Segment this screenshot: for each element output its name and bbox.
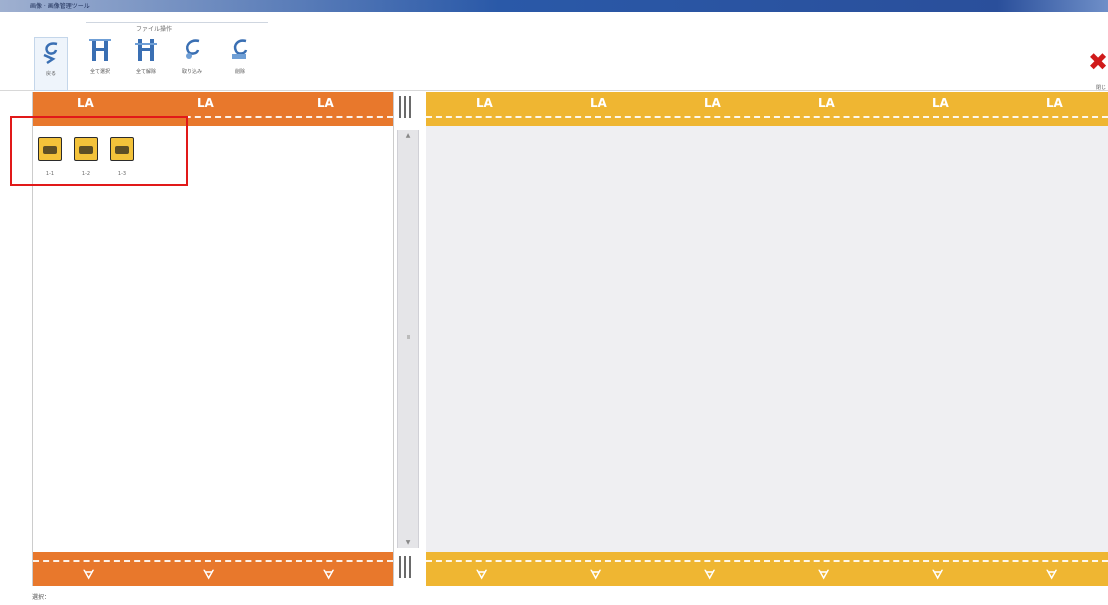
import-label: 取り込み: [181, 69, 202, 75]
film-perforation: [426, 560, 1108, 562]
select-all-icon: [89, 39, 111, 61]
film-mark-icon: ᒪA: [77, 96, 94, 110]
status-bar-text: 選択：: [32, 594, 51, 601]
right-film-strip-top: ᒪA ᒪA ᒪA ᒪA ᒪA ᒪA: [426, 92, 1108, 126]
import-button[interactable]: 取り込み: [176, 36, 208, 88]
film-mark-icon: ᒪA: [476, 96, 493, 110]
film-mark-icon: ᗊ: [590, 568, 602, 582]
film-mark-icon: ᗊ: [704, 568, 716, 582]
delete-label: 削除: [234, 69, 245, 75]
close-button[interactable]: ✖ 閉じる: [1088, 48, 1108, 98]
right-preview-pane[interactable]: ᒪA ᒪA ᒪA ᒪA ᒪA ᒪA ᗊ ᗊ ᗊ ᗊ ᗊ ᗊ: [426, 92, 1108, 586]
film-mark-icon: ᒪA: [818, 96, 835, 110]
film-mark-icon: ᗊ: [476, 568, 488, 582]
film-mark-icon: ᗊ: [203, 568, 215, 582]
left-film-strip-bottom: ᗊ ᗊ ᗊ: [33, 552, 393, 586]
import-icon: [186, 39, 200, 59]
deselect-all-icon: [135, 39, 157, 61]
scroll-up-icon[interactable]: ▲: [398, 132, 418, 139]
film-mark-icon: ᒪA: [317, 96, 334, 110]
right-film-strip-bottom: ᗊ ᗊ ᗊ ᗊ ᗊ ᗊ: [426, 552, 1108, 586]
title-bar: 画像 · 画像管理ツール: [0, 0, 1108, 12]
file-operations-group-label: ファイル操作: [135, 26, 172, 33]
back-button[interactable]: 戻る: [34, 37, 68, 91]
film-mark-icon: ᗊ: [932, 568, 944, 582]
film-perforation: [33, 560, 393, 562]
select-all-button[interactable]: 全て選択: [84, 36, 116, 88]
group-divider: [86, 22, 268, 23]
scroll-down-icon[interactable]: ▼: [398, 539, 418, 546]
film-mark-icon: ᗊ: [323, 568, 335, 582]
select-all-label: 全て選択: [89, 69, 110, 75]
film-mark-icon: ᒪA: [932, 96, 949, 110]
deselect-all-button[interactable]: 全て解除: [130, 36, 162, 88]
film-mark-icon: ᒪA: [704, 96, 721, 110]
back-arrow-icon: [43, 42, 58, 65]
scroll-grip[interactable]: [407, 335, 410, 339]
film-mark-icon: ᗊ: [1046, 568, 1058, 582]
top-splitter-handle[interactable]: [399, 96, 413, 118]
close-icon: ✖: [1088, 48, 1108, 76]
film-mark-icon: ᒪA: [590, 96, 607, 110]
delete-button[interactable]: 削除: [224, 36, 256, 88]
delete-icon: [232, 39, 248, 59]
ribbon-toolbar: ファイル操作 戻る 全て選択 全て解除 取り込み 削除 ✖ 閉じ: [0, 12, 1108, 98]
bottom-splitter-handle[interactable]: [399, 556, 413, 578]
film-mark-icon: ᗊ: [83, 568, 95, 582]
highlight-box: [10, 116, 188, 186]
window-title: 画像 · 画像管理ツール: [30, 3, 90, 10]
film-mark-icon: ᒪA: [197, 96, 214, 110]
film-mark-icon: ᗊ: [818, 568, 830, 582]
vertical-scrollbar[interactable]: ▲ ▼: [397, 130, 419, 548]
deselect-all-label: 全て解除: [135, 69, 156, 75]
back-button-label: 戻る: [45, 71, 56, 77]
film-perforation: [426, 116, 1108, 118]
film-mark-icon: ᒪA: [1046, 96, 1063, 110]
